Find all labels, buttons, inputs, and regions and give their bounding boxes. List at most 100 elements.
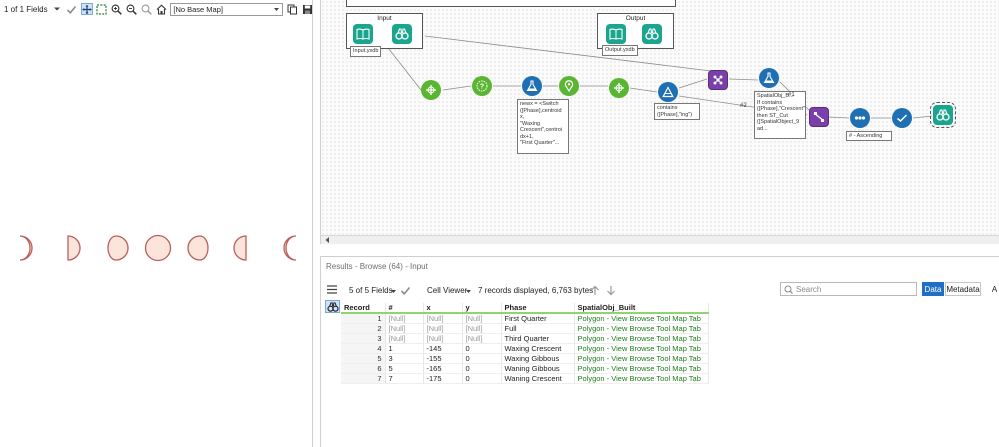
table-cell[interactable]: [Null] [423, 323, 463, 334]
canvas-horizontal-scrollbar[interactable] [321, 235, 999, 244]
table-row[interactable]: 5 3 -155 0 Waxing Gibbous Polygon - View Brow… [341, 353, 709, 364]
record-number-cell[interactable]: 4 [341, 343, 386, 354]
checkmark-icon[interactable] [66, 3, 78, 15]
table-cell[interactable]: Polygon - View Browse Tool Map Tab [574, 343, 709, 354]
cell-viewer-label[interactable]: Cell Viewer [427, 286, 467, 295]
table-cell[interactable]: First Quarter [501, 313, 575, 324]
table-view-icon[interactable] [325, 283, 339, 296]
table-row[interactable]: 4 1 -145 0 Waxing Crescent Polygon - View Bro… [341, 343, 709, 354]
filter-contains-tool[interactable] [658, 82, 678, 102]
table-cell[interactable]: [Null] [385, 323, 424, 334]
search-input[interactable]: Search [780, 282, 917, 296]
table-row[interactable]: 6 5 -165 0 Waning Gibbous Polygon - View Brow… [341, 363, 709, 374]
basemap-select[interactable]: [No Base Map] [170, 2, 284, 16]
table-cell[interactable]: [Null] [385, 333, 424, 344]
column-header-x[interactable]: x [423, 303, 463, 314]
select-rectangle-icon[interactable] [96, 3, 108, 15]
dropdown-arrow-icon[interactable] [390, 288, 397, 295]
tab-data[interactable]: Data [922, 282, 944, 296]
pan-icon[interactable] [80, 3, 93, 15]
table-cell[interactable]: -155 [423, 353, 463, 364]
table-cell[interactable]: Waxing Crescent [501, 343, 575, 354]
input-data-tool[interactable] [353, 24, 373, 44]
workflow-canvas[interactable]: Input Input.yxdb Output Output.yxdb ? ne… [320, 0, 999, 244]
table-cell[interactable]: 0 [462, 343, 502, 354]
arrow-down-icon[interactable] [606, 285, 616, 296]
dropdown-arrow-icon[interactable] [465, 288, 472, 295]
table-cell[interactable]: -145 [423, 343, 463, 354]
zoom-in-icon[interactable] [110, 3, 122, 15]
table-cell[interactable]: Waning Gibbous [501, 363, 575, 374]
table-row[interactable]: 2 [Null] [Null] [Null] Full Polygon - View Br… [341, 323, 709, 334]
record-number-cell[interactable]: 3 [341, 333, 386, 344]
formula-tool[interactable] [522, 76, 542, 96]
formula-tool-2[interactable] [759, 68, 779, 88]
basemap-value: [No Base Map] [173, 4, 223, 14]
record-number-cell[interactable]: 7 [341, 373, 386, 384]
table-cell[interactable]: Polygon - View Browse Tool Map Tab [574, 313, 709, 324]
table-cell[interactable]: -175 [423, 373, 463, 384]
arrow-up-icon[interactable] [590, 285, 600, 296]
select-tool[interactable] [421, 80, 441, 100]
table-cell[interactable]: Polygon - View Browse Tool Map Tab [574, 363, 709, 374]
record-number-cell[interactable]: 6 [341, 363, 386, 374]
table-cell[interactable]: 0 [462, 363, 502, 374]
union-tool[interactable] [708, 70, 728, 90]
sample-tool[interactable] [892, 108, 912, 128]
table-cell[interactable]: [Null] [385, 313, 424, 324]
column-header-spatialobj[interactable]: SpatialObj_Built [574, 303, 709, 314]
scroll-left-icon[interactable] [323, 236, 332, 244]
table-cell[interactable]: Full [501, 323, 575, 334]
browse-tool-input[interactable] [392, 24, 412, 44]
table-cell[interactable]: 5 [385, 363, 424, 374]
table-row[interactable]: 3 [Null] [Null] [Null] Third Quarter Polygon … [341, 333, 709, 344]
table-cell[interactable]: [Null] [462, 333, 502, 344]
column-header-phase[interactable]: Phase [501, 303, 575, 314]
table-cell[interactable]: 3 [385, 353, 424, 364]
table-cell[interactable]: Waning Crescent [501, 373, 575, 384]
copy-icon[interactable] [286, 3, 298, 15]
tab-extra[interactable]: A [990, 282, 999, 296]
tab-metadata[interactable]: Metadata [945, 282, 981, 296]
column-header-number[interactable]: # [385, 303, 424, 314]
select-tool-2[interactable] [609, 78, 629, 98]
table-cell[interactable]: 0 [462, 353, 502, 364]
table-cell[interactable]: Polygon - View Browse Tool Map Tab [574, 333, 709, 344]
save-icon[interactable] [301, 3, 313, 15]
binoculars-icon[interactable] [325, 300, 340, 313]
table-cell[interactable]: Polygon - View Browse Tool Map Tab [574, 373, 709, 384]
table-row[interactable]: 7 7 -175 0 Waning Crescent Polygon - View Bro… [341, 373, 709, 384]
column-header-y[interactable]: y [462, 303, 502, 314]
checkmark-icon[interactable] [400, 285, 411, 296]
filter-tool[interactable]: ? [472, 76, 492, 96]
map-fields-label[interactable]: 1 of 1 Fields [4, 5, 48, 14]
table-cell[interactable]: 7 [385, 373, 424, 384]
browse-tool-final[interactable] [930, 102, 956, 128]
zoom-selection-icon[interactable] [140, 3, 152, 15]
browse-tool-output[interactable] [642, 24, 662, 44]
record-number-cell[interactable]: 2 [341, 323, 386, 334]
table-cell[interactable]: Waxing Gibbous [501, 353, 575, 364]
sort-tool[interactable] [850, 108, 870, 128]
table-cell[interactable]: 1 [385, 343, 424, 354]
record-number-cell[interactable]: 5 [341, 353, 386, 364]
record-number-cell[interactable]: 1 [341, 313, 386, 324]
spatial-tool[interactable] [559, 76, 579, 96]
column-header-record[interactable]: Record [341, 303, 386, 314]
table-cell[interactable]: [Null] [423, 313, 463, 324]
results-fields-label[interactable]: 5 of 5 Fields [349, 286, 393, 295]
table-cell[interactable]: [Null] [462, 323, 502, 334]
join-tool[interactable] [809, 107, 829, 127]
table-cell[interactable]: Third Quarter [501, 333, 575, 344]
table-cell[interactable]: [Null] [462, 313, 502, 324]
output-data-tool[interactable] [606, 24, 626, 44]
table-cell[interactable]: [Null] [423, 333, 463, 344]
table-cell[interactable]: Polygon - View Browse Tool Map Tab [574, 323, 709, 334]
zoom-out-icon[interactable] [125, 3, 137, 15]
table-cell[interactable]: Polygon - View Browse Tool Map Tab [574, 353, 709, 364]
dropdown-arrow-icon[interactable] [51, 3, 63, 15]
table-row[interactable]: 1 [Null] [Null] [Null] First Quarter Polygon … [341, 313, 709, 324]
home-icon[interactable] [155, 3, 167, 15]
table-cell[interactable]: 0 [462, 373, 502, 384]
table-cell[interactable]: -165 [423, 363, 463, 374]
